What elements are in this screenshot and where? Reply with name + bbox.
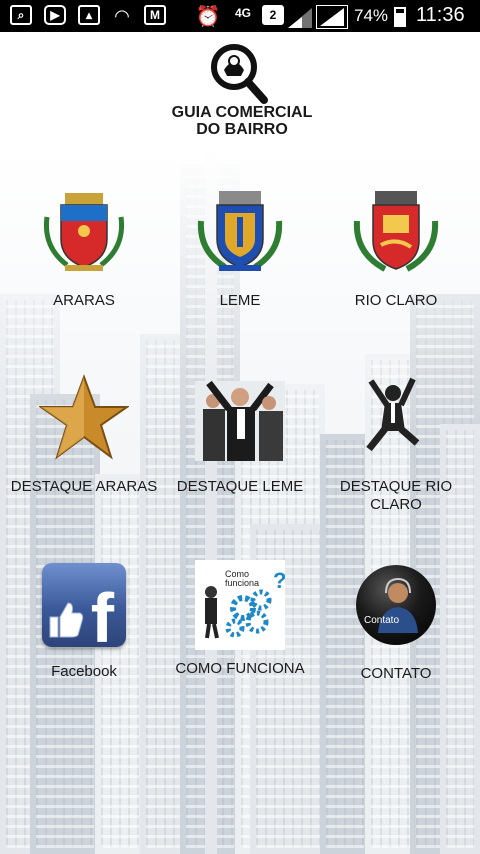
- contato-label: CONTATO: [360, 665, 432, 682]
- facebook-icon-wrap: f: [39, 563, 129, 653]
- network-type: 4G: [235, 6, 252, 20]
- contato-button[interactable]: Contato CONTATO: [321, 560, 471, 683]
- rio-claro-crest-icon: [353, 191, 439, 272]
- thumbs-up-icon: [49, 602, 84, 638]
- contact-headset-icon: Contato: [356, 565, 436, 645]
- signal-icon: [288, 8, 312, 28]
- como-funciona-icon-text: Como funciona: [225, 569, 260, 588]
- search-app-icon: ⌕: [10, 5, 32, 25]
- como-funciona-label: COMO FUNCIONA: [175, 660, 305, 677]
- facebook-icon: f: [42, 563, 126, 647]
- leme-crest-icon: [197, 191, 283, 271]
- destaque-rio-claro-button[interactable]: DESTAQUE RIO CLARO: [321, 373, 471, 514]
- youtube-icon: ▶: [44, 5, 66, 25]
- leme-button[interactable]: LEME: [165, 187, 315, 310]
- app-title: GUIA COMERCIAL DO BAIRRO: [150, 104, 334, 138]
- battery-icon: [394, 7, 406, 27]
- jumping-businessman-icon: [366, 377, 420, 452]
- leme-label: LEME: [219, 292, 261, 309]
- contato-icon-wrap: Contato: [351, 565, 441, 655]
- facebook-letter: f: [90, 579, 114, 647]
- destaque-leme-button[interactable]: DESTAQUE LEME: [165, 373, 315, 496]
- destaque-rio-claro-label: DESTAQUE RIO CLARO: [339, 478, 453, 513]
- gallery-icon: ▴: [78, 5, 100, 25]
- signal-2-icon: [316, 5, 348, 29]
- status-bar: ⌕ ▶ ▴ ◠ M ⏰ 4G 2 74% 11:36: [0, 0, 480, 32]
- destaque-araras-button[interactable]: DESTAQUE ARARAS: [9, 373, 159, 496]
- app-title-line1: GUIA COMERCIAL: [171, 104, 313, 121]
- facebook-button[interactable]: f Facebook: [9, 560, 159, 681]
- araras-label: ARARAS: [53, 292, 115, 309]
- gold-star-icon: [37, 374, 131, 460]
- alarm-icon: ⏰: [195, 5, 221, 28]
- gmail-icon: M: [144, 5, 166, 25]
- destaque-araras-label: DESTAQUE ARARAS: [10, 478, 158, 495]
- sim-slot-badge: 2: [262, 5, 284, 25]
- rio-claro-label: RIO CLARO: [354, 292, 438, 309]
- como-funciona-icon-wrap: ? Como funciona: [195, 560, 286, 650]
- svg-text:?: ?: [273, 568, 285, 593]
- contato-icon-text: Contato: [364, 615, 400, 626]
- como-funciona-button[interactable]: ? Como funciona COMO FUNCIONA: [165, 560, 315, 678]
- battery-percent: 74%: [354, 6, 389, 25]
- araras-crest-icon: [43, 193, 125, 271]
- celebrating-people-icon: [195, 380, 285, 461]
- magnifier-logo-icon: [211, 44, 268, 104]
- facebook-label: Facebook: [51, 663, 117, 680]
- araras-button[interactable]: ARARAS: [9, 187, 159, 310]
- app-title-line2: DO BAIRRO: [196, 121, 288, 138]
- rio-claro-button[interactable]: RIO CLARO: [321, 187, 471, 310]
- wifi-icon: ◠: [114, 5, 130, 26]
- clock: 11:36: [416, 4, 465, 26]
- destaque-leme-label: DESTAQUE LEME: [176, 478, 304, 495]
